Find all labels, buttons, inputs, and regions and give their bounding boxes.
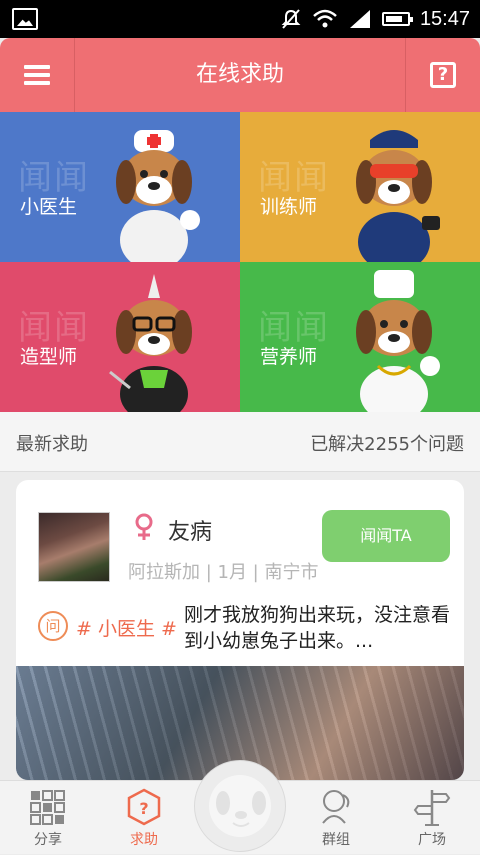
- tab-label: 广场: [418, 832, 446, 848]
- topic-tag[interactable]: # 小医生 #: [76, 614, 177, 641]
- tab-square[interactable]: 广场: [384, 781, 480, 855]
- tab-help[interactable]: ? 求助: [96, 781, 192, 855]
- status-icons: 15:47: [280, 7, 470, 31]
- help-post-card[interactable]: 友病 阿拉斯加 | 1月 | 南宁市 闻闻TA 问 # 小医生 # 刚才我放狗狗…: [16, 480, 464, 780]
- tile-nutritionist[interactable]: 闻闻 营养师: [240, 262, 480, 412]
- tile-label: 小医生: [20, 196, 78, 218]
- tab-label: 分享: [34, 832, 62, 848]
- tile-stylist[interactable]: 闻闻 造型师: [0, 262, 240, 412]
- question-text: 刚才我放狗狗出来玩，没注意看到小幼崽兔子出来。...: [184, 604, 451, 652]
- status-bar: 15:47: [0, 0, 480, 38]
- muted-bell-icon: [281, 9, 301, 29]
- solved-count: 已解决2255个问题: [310, 434, 464, 455]
- tab-group[interactable]: 群组: [288, 781, 384, 855]
- svg-text:?: ?: [139, 799, 148, 818]
- tile-label: 训练师: [260, 196, 318, 218]
- tab-share[interactable]: 分享: [0, 781, 96, 855]
- tile-label: 营养师: [260, 346, 318, 368]
- tile-doctor[interactable]: 闻闻 小医生: [0, 112, 240, 262]
- tab-label: 求助: [130, 832, 158, 848]
- doctor-dog-icon: [116, 130, 200, 262]
- wifi-icon: [313, 9, 337, 28]
- help-button[interactable]: ?: [405, 38, 480, 112]
- post-meta: 阿拉斯加 | 1月 | 南宁市: [128, 562, 319, 583]
- signpost-icon: [413, 790, 451, 826]
- question-badge-icon: 问: [38, 611, 68, 641]
- app-header: 在线求助 ?: [0, 38, 480, 112]
- tab-label: 群组: [322, 832, 350, 848]
- wenwen-ta-button[interactable]: 闻闻TA: [322, 510, 450, 562]
- group-icon: [322, 790, 350, 824]
- menu-button[interactable]: [0, 38, 75, 112]
- female-icon: [135, 513, 153, 540]
- clock: 15:47: [419, 7, 470, 30]
- signal-icon: [349, 10, 370, 28]
- username[interactable]: 友病: [168, 514, 212, 546]
- question-mark-icon: ?: [430, 62, 456, 88]
- chef-dog-icon: [356, 270, 440, 412]
- tile-trainer[interactable]: 闻闻 训练师: [240, 112, 480, 262]
- avatar[interactable]: [38, 512, 110, 582]
- battery-icon: [381, 12, 413, 26]
- hamburger-icon: [24, 65, 50, 85]
- trainer-dog-icon: [356, 130, 440, 262]
- dog-face-icon: [216, 791, 266, 827]
- page-title: 在线求助: [195, 62, 284, 87]
- category-grid: 闻闻 小医生 闻闻 训练师 闻闻 造型师 闻闻 营养师: [0, 112, 480, 412]
- center-dog-button[interactable]: [194, 760, 286, 852]
- help-box-icon: ?: [127, 788, 161, 826]
- gallery-notification-icon: [12, 8, 38, 30]
- grid-icon: [30, 790, 65, 825]
- stylist-dog-icon: [109, 274, 192, 412]
- section-title: 最新求助: [16, 434, 88, 455]
- latest-help-bar: 最新求助 已解决2255个问题: [0, 412, 480, 472]
- tile-label: 造型师: [20, 346, 78, 368]
